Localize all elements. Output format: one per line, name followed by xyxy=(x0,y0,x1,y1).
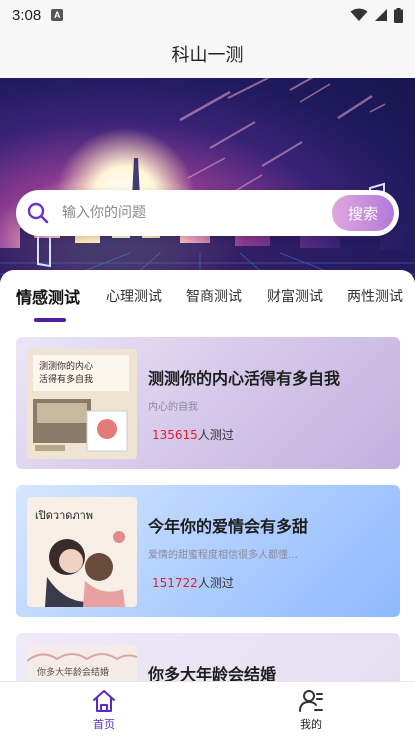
nav-home-label: 首页 xyxy=(93,718,115,731)
battery-icon xyxy=(394,7,403,23)
card-description: 内心的自我 xyxy=(148,402,198,413)
tab-gender-test[interactable]: 两性测试 xyxy=(347,286,403,306)
nav-profile[interactable]: 我的 xyxy=(281,688,341,732)
wedding-age-image: 你多大年龄会结婚 xyxy=(27,645,137,681)
svg-text:เปิดวาดภาพ: เปิดวาดภาพ xyxy=(35,509,93,522)
status-time: 3:08 xyxy=(12,6,42,24)
wifi-icon xyxy=(350,8,368,21)
home-icon xyxy=(93,690,115,712)
test-count-number: 135615 xyxy=(152,428,198,442)
card-title: 测测你的内心活得有多自我 xyxy=(148,369,341,388)
search-input[interactable] xyxy=(62,205,312,221)
notification-icon: A xyxy=(51,9,64,21)
signal-icon xyxy=(375,9,387,21)
tab-psychology-test[interactable]: 心理测试 xyxy=(106,286,162,306)
bottom-nav: 首页 我的 xyxy=(0,681,415,739)
card-test-count: 135615人测过 xyxy=(152,426,234,443)
svg-text:测测你的内心: 测测你的内心 xyxy=(39,360,93,372)
title-bar: 科山一测 xyxy=(0,30,415,78)
tab-wealth-test[interactable]: 财富测试 xyxy=(267,286,323,306)
card-title: 你多大年龄会结婚 xyxy=(148,665,277,681)
status-bar: 3:08 A xyxy=(0,0,415,30)
svg-text:活得有多自我: 活得有多自我 xyxy=(39,373,93,385)
page-title: 科山一测 xyxy=(171,45,244,66)
quiz-card[interactable]: 测测你的内心 活得有多自我 测测你的内心活得有多自我 内心的自我 135615人… xyxy=(16,337,400,469)
test-count-suffix: 人测过 xyxy=(197,428,234,442)
card-title: 今年你的爱情会有多甜 xyxy=(148,517,309,536)
card-test-count: 151722人测过 xyxy=(152,574,234,591)
profile-icon xyxy=(299,690,323,712)
nav-home[interactable]: 首页 xyxy=(74,688,134,732)
quiz-card[interactable]: เปิดวาดภาพ 今年你的爱情会有多甜 爱情的甜蜜程度相信很多人都懂… 15… xyxy=(16,485,400,617)
search-icon xyxy=(27,202,49,224)
nav-profile-label: 我的 xyxy=(300,718,322,731)
journal-collage-image: 测测你的内心 活得有多自我 xyxy=(27,349,137,459)
meteor-city-illustration xyxy=(0,78,415,288)
svg-text:你多大年龄会结婚: 你多大年龄会结婚 xyxy=(37,666,109,678)
content-sheet: 情感测试 心理测试 智商测试 财富测试 两性测试 测测你的内心 活得有多自我 测… xyxy=(0,270,415,681)
tab-indicator xyxy=(34,318,66,322)
couple-illustration-image: เปิดวาดภาพ xyxy=(27,497,137,607)
card-description: 爱情的甜蜜程度相信很多人都懂… xyxy=(148,550,298,561)
search-bar: 搜索 xyxy=(16,190,399,236)
search-button[interactable]: 搜索 xyxy=(332,195,394,231)
tab-emotion-test[interactable]: 情感测试 xyxy=(16,284,80,308)
quiz-card[interactable]: 你多大年龄会结婚 你多大年龄会结婚 xyxy=(16,633,400,681)
test-count-number: 151722 xyxy=(152,576,198,590)
test-count-suffix: 人测过 xyxy=(197,576,234,590)
tab-iq-test[interactable]: 智商测试 xyxy=(186,286,242,306)
banner-image xyxy=(0,78,415,288)
